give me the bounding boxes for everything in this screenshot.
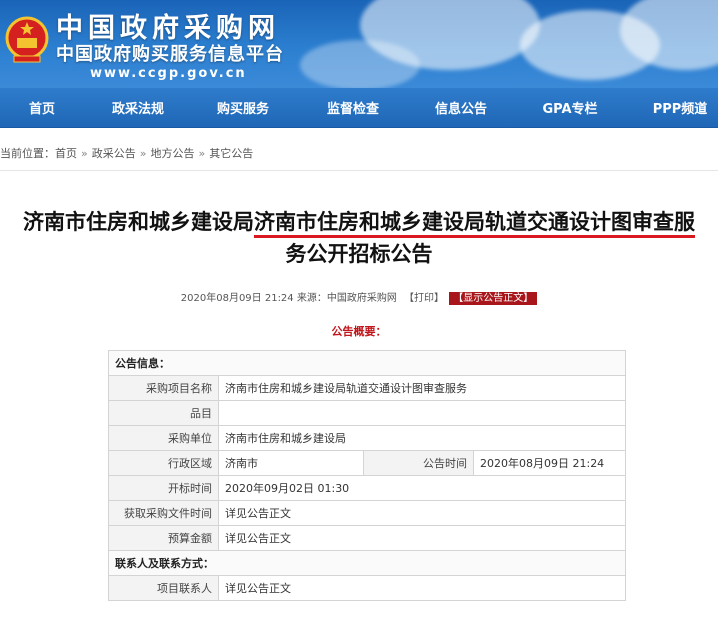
breadcrumb-other[interactable]: 其它公告: [209, 147, 253, 160]
page-title: 济南市住房和城乡建设局济南市住房和城乡建设局轨道交通设计图审查服 务公开招标公告: [0, 206, 718, 270]
national-emblem-icon[interactable]: [4, 14, 50, 66]
page-title-line1: 济南市住房和城乡建设局济南市住房和城乡建设局轨道交通设计图审查服: [0, 206, 718, 238]
article-meta: 2020年08月09日 21:24 来源：中国政府采购网 【打印】 【显示公告正…: [0, 289, 718, 305]
nav-item-home[interactable]: 首页: [14, 98, 70, 117]
section-contact-header: 联系人及联系方式：: [108, 550, 626, 576]
announcement-info-table: 公告信息： 采购项目名称 济南市住房和城乡建设局轨道交通设计图审查服务 品目 采…: [108, 350, 626, 601]
nav-item-regulations[interactable]: 政采法规: [103, 98, 173, 117]
table-row: 项目联系人 详见公告正文: [108, 575, 626, 601]
publish-time-label: 公告时间: [363, 450, 474, 476]
source-label: 来源：: [296, 293, 327, 304]
show-body-button[interactable]: 【显示公告正文】: [449, 292, 538, 305]
nav-item-services[interactable]: 购买服务: [208, 98, 278, 117]
breadcrumb: 当前位置：首页» 政采公告» 地方公告» 其它公告: [0, 146, 253, 162]
summary-title: 公告概要：: [331, 325, 387, 338]
breadcrumb-separator: »: [139, 147, 147, 160]
table-row: 采购单位 济南市住房和城乡建设局: [108, 425, 626, 451]
nav-item-supervision[interactable]: 监督检查: [318, 98, 388, 117]
table-row: 行政区域 济南市 公告时间 2020年08月09日 21:24: [108, 450, 626, 476]
breadcrumb-separator: »: [198, 147, 206, 160]
table-row: 采购项目名称 济南市住房和城乡建设局轨道交通设计图审查服务: [108, 375, 626, 401]
publish-date: 2020年08月09日 21:24: [180, 293, 294, 304]
table-row: 预算金额 详见公告正文: [108, 525, 626, 551]
doc-time-value: 详见公告正文: [218, 500, 626, 526]
title-part2-underlined: 济南市住房和城乡建设局轨道交通设计图审查服: [254, 210, 695, 238]
project-name-label: 采购项目名称: [108, 375, 219, 401]
publish-time-value: 2020年08月09日 21:24: [473, 450, 626, 476]
buyer-label: 采购单位: [108, 425, 219, 451]
page-title-line2: 务公开招标公告: [285, 242, 433, 266]
open-time-value: 2020年09月02日 01:30: [218, 475, 626, 501]
section-info-header: 公告信息：: [108, 350, 626, 376]
banner-cloud: [300, 40, 420, 88]
divider: [0, 170, 718, 171]
site-banner: 中国政府采购网 中国政府购买服务信息平台 www.ccgp.gov.cn: [0, 0, 718, 88]
contact-label: 项目联系人: [108, 575, 219, 601]
project-name-value: 济南市住房和城乡建设局轨道交通设计图审查服务: [218, 375, 626, 401]
breadcrumb-local[interactable]: 地方公告: [150, 147, 194, 160]
region-value: 济南市: [218, 450, 364, 476]
region-label: 行政区域: [108, 450, 219, 476]
main-nav: 首页 政采法规 购买服务 监督检查 信息公告 GPA专栏 PPP频道: [0, 88, 718, 128]
nav-item-ppp[interactable]: PPP频道: [640, 98, 718, 117]
item-value: [218, 400, 626, 426]
table-row: 联系人及联系方式：: [108, 550, 626, 576]
nav-item-announcements[interactable]: 信息公告: [426, 98, 496, 117]
breadcrumb-gov-procurement[interactable]: 政采公告: [92, 147, 136, 160]
site-title[interactable]: 中国政府采购网: [56, 14, 280, 44]
nav-item-gpa[interactable]: GPA专栏: [530, 98, 610, 117]
budget-label: 预算金额: [108, 525, 219, 551]
print-button[interactable]: 【打印】: [404, 293, 444, 304]
table-row: 品目: [108, 400, 626, 426]
buyer-value: 济南市住房和城乡建设局: [218, 425, 626, 451]
doc-time-label: 获取采购文件时间: [108, 500, 219, 526]
budget-value: 详见公告正文: [218, 525, 626, 551]
title-part1: 济南市住房和城乡建设局: [23, 210, 254, 234]
table-row: 公告信息：: [108, 350, 626, 376]
table-row: 获取采购文件时间 详见公告正文: [108, 500, 626, 526]
breadcrumb-home[interactable]: 首页: [55, 147, 77, 160]
site-url: www.ccgp.gov.cn: [90, 66, 247, 81]
breadcrumb-separator: »: [81, 147, 88, 160]
table-row: 开标时间 2020年09月02日 01:30: [108, 475, 626, 501]
breadcrumb-prefix: 当前位置：: [0, 147, 55, 160]
site-subtitle: 中国政府购买服务信息平台: [56, 44, 284, 65]
open-time-label: 开标时间: [108, 475, 219, 501]
contact-value: 详见公告正文: [218, 575, 626, 601]
item-label: 品目: [108, 400, 219, 426]
source-name: 中国政府采购网: [326, 293, 397, 304]
